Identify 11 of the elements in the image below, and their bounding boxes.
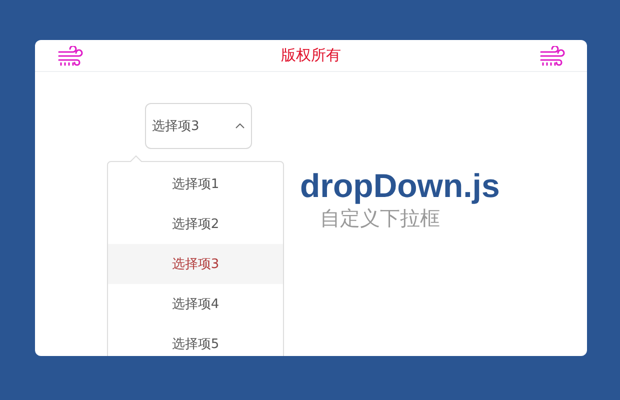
dropdown-option[interactable]: 选择项3 (108, 244, 283, 284)
heading-title: dropDown.js (300, 168, 501, 204)
dropdown-option[interactable]: 选择项5 (108, 324, 283, 356)
header-title: 版权所有 (281, 46, 341, 65)
heading-subtitle: 自定义下拉框 (320, 205, 441, 232)
dropdown-option[interactable]: 选择项4 (108, 284, 283, 324)
dropdown-option[interactable]: 选择项1 (108, 164, 283, 204)
wind-icon (57, 46, 83, 66)
select-field[interactable]: 选择项3 (145, 103, 252, 149)
wind-icon (539, 46, 565, 66)
dropdown-option[interactable]: 选择项2 (108, 204, 283, 244)
